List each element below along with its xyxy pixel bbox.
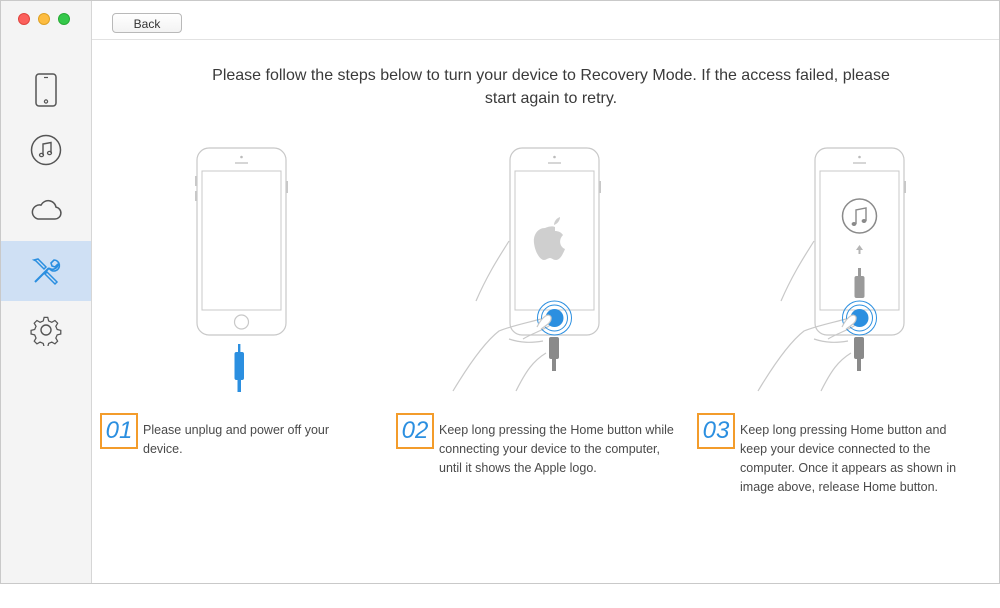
- sidebar-item-settings[interactable]: [1, 300, 91, 360]
- sidebar-item-device[interactable]: [1, 60, 91, 120]
- sidebar-item-icloud[interactable]: [1, 180, 91, 240]
- step-number: 02: [396, 413, 434, 449]
- minimize-window-button[interactable]: [38, 13, 50, 25]
- sidebar-item-tools[interactable]: [1, 241, 91, 301]
- instruction-text: Please follow the steps below to turn yo…: [212, 67, 890, 107]
- step-description: Please unplug and power off your device.: [143, 423, 330, 456]
- zoom-window-button[interactable]: [58, 13, 70, 25]
- app-window: Back Please follow the steps below to tu…: [0, 0, 1000, 584]
- close-window-button[interactable]: [18, 13, 30, 25]
- phone-illustration: [814, 147, 906, 336]
- lightning-cable-icon: [234, 344, 244, 392]
- toolbar: Back: [92, 1, 999, 40]
- music-icon: [30, 134, 62, 166]
- figure-itunes-screen: [757, 147, 906, 392]
- sidebar-item-music[interactable]: [1, 120, 91, 180]
- step-number: 01: [100, 413, 138, 449]
- cloud-icon: [31, 199, 62, 220]
- figure-unplug: [195, 147, 288, 392]
- figure-apple-logo: [452, 147, 601, 392]
- step-description: Keep long pressing the Home button while…: [439, 423, 674, 475]
- phone-illustration: [195, 147, 288, 336]
- tools-icon: [31, 258, 61, 286]
- back-button[interactable]: Back: [112, 13, 182, 33]
- cable-icon: [549, 337, 559, 371]
- step-number: 03: [697, 413, 735, 449]
- sidebar: [1, 1, 92, 583]
- phone-icon: [35, 73, 57, 107]
- step-description: Keep long pressing Home button and keep …: [740, 423, 957, 494]
- settings-icon: [30, 316, 62, 346]
